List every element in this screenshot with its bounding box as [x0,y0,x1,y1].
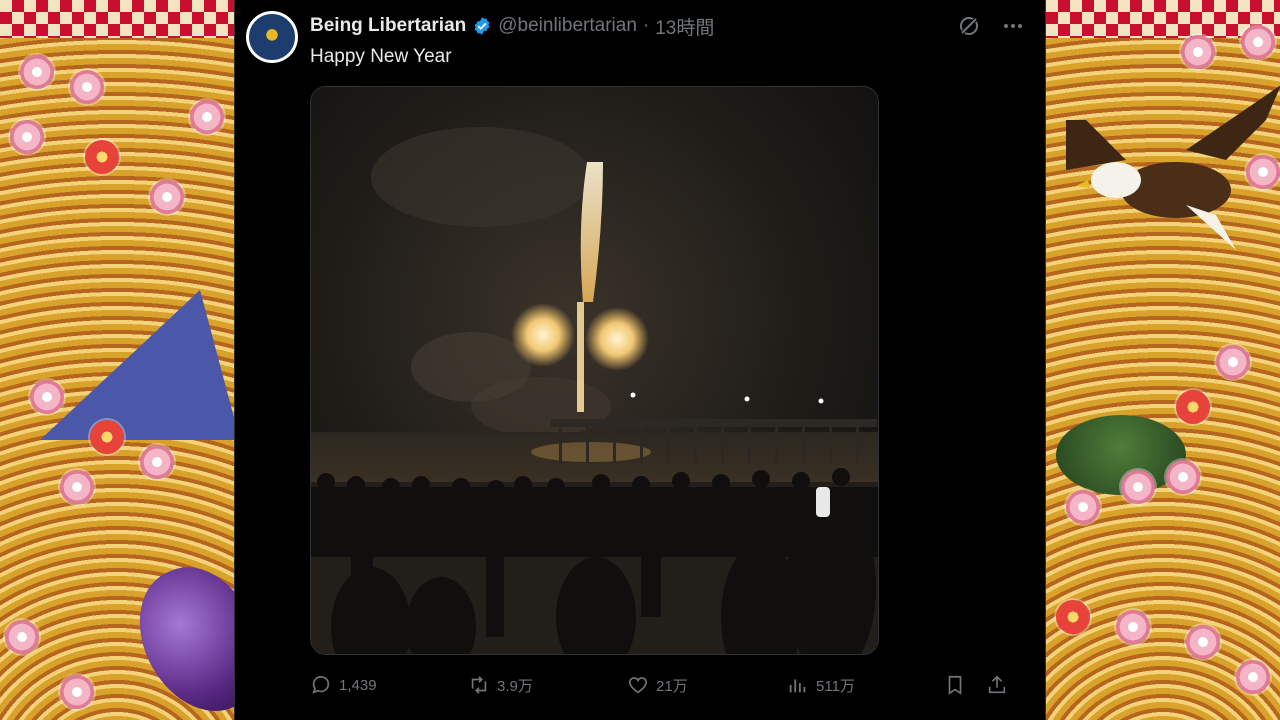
retweet-count: 3.9万 [497,677,533,695]
reply-count: 1,439 [339,676,377,694]
share-icon [988,675,1006,694]
cherry-blossom [1116,610,1150,644]
cherry-blossom [1181,35,1215,69]
red-flower [1176,390,1210,424]
avatar[interactable] [246,11,298,63]
share-button[interactable] [986,670,1008,700]
verified-badge-icon [474,17,490,35]
eggplant-art [118,548,234,720]
cherry-blossom [190,100,224,134]
bookmark-button[interactable] [944,670,966,700]
reply-icon [312,675,330,694]
cherry-blossom [30,380,64,414]
cherry-blossom [1066,490,1100,524]
views-icon [789,679,806,693]
like-count: 21万 [656,677,688,695]
like-icon [628,677,648,694]
left-wallpaper [0,0,234,720]
red-flower [90,420,124,454]
tweet-text: Happy New Year [310,46,452,67]
cherry-blossom [10,120,44,154]
grok-icon[interactable] [957,14,981,38]
reply-button[interactable]: 1,439 [310,670,377,700]
mount-fuji-art [40,290,234,440]
tweet-panel: Being Libertarian @beinlibertarian · 13時… [234,0,1046,720]
fireworks-photo [311,87,878,654]
tweet-media-photo[interactable] [310,86,879,655]
cherry-blossom [150,180,184,214]
cherry-blossom [1166,460,1200,494]
cherry-blossom [1186,625,1220,659]
tweet-action-bar: 1,439 3.9万 21万 511万 [310,670,1010,700]
cherry-blossom [1236,660,1270,694]
cherry-blossom [140,445,174,479]
like-button[interactable]: 21万 [627,670,688,700]
cherry-blossom [60,470,94,504]
cherry-blossom [5,620,39,654]
more-icon[interactable] [1001,14,1025,38]
cherry-blossom [1216,345,1250,379]
retweet-icon [471,676,487,694]
checker-border [0,0,234,38]
views-count: 511万 [816,677,855,695]
cherry-blossom [1241,25,1275,59]
cherry-blossom [70,70,104,104]
red-flower [1056,600,1090,634]
timestamp[interactable]: 13時間 [655,13,714,40]
cherry-blossom [20,55,54,89]
right-wallpaper [1046,0,1280,720]
author-handle[interactable]: @beinlibertarian [498,15,637,37]
top-right-actions [957,14,1025,38]
cherry-blossom [1246,155,1280,189]
cherry-blossom [60,675,94,709]
red-flower [85,140,119,174]
avatar-logo [249,14,295,60]
tweet-header: Being Libertarian @beinlibertarian · 13時… [310,13,714,40]
separator-dot: · [642,15,650,36]
author-name[interactable]: Being Libertarian [310,15,466,37]
bookmark-icon [948,675,962,695]
retweet-button[interactable]: 3.9万 [468,670,533,700]
views-button[interactable]: 511万 [787,670,855,700]
cherry-blossom [1121,470,1155,504]
